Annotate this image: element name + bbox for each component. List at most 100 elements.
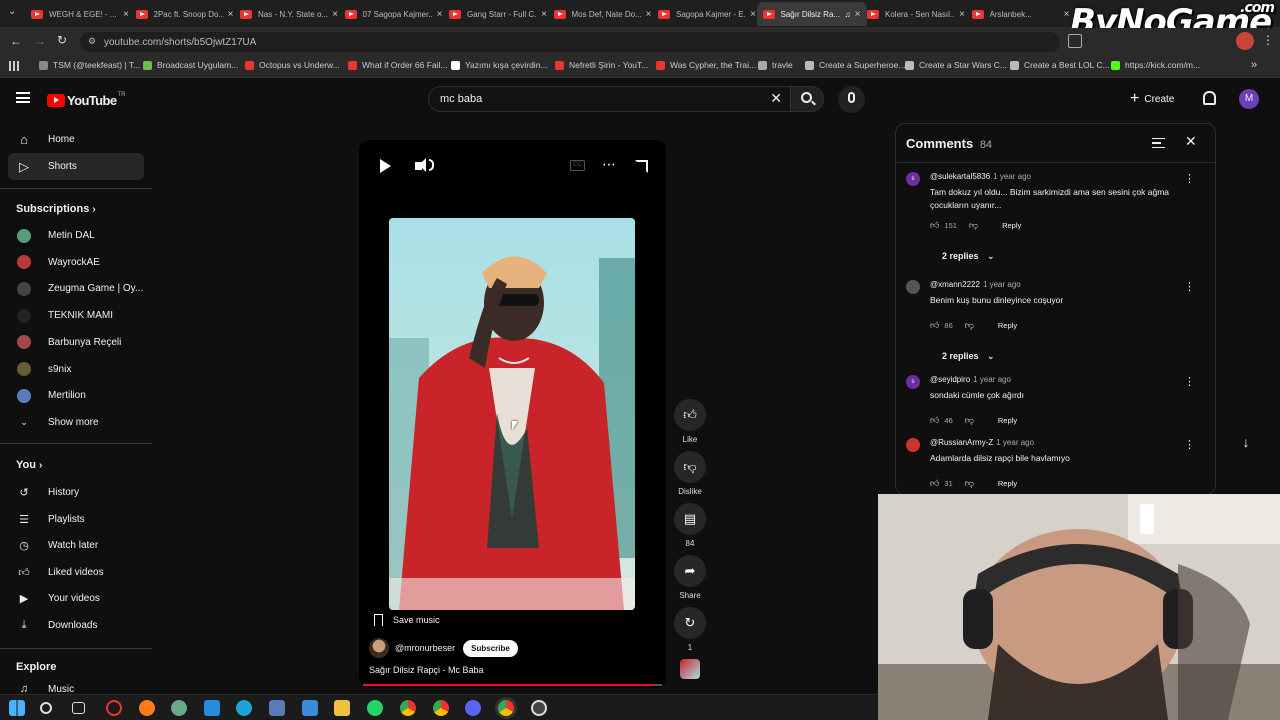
sidebar-item-home[interactable]: ⌂ Home <box>0 126 152 153</box>
more-bookmarks-icon[interactable]: » <box>1251 59 1257 71</box>
sidebar-item-liked-videos[interactable]: 👍︎ Liked videos <box>0 559 152 586</box>
bookmark-item[interactable]: What if Order 66 Fail... <box>348 60 448 70</box>
task-view-icon[interactable] <box>72 702 85 714</box>
show-more-button[interactable]: ⌄ Show more <box>0 409 152 436</box>
play-icon[interactable] <box>380 159 391 173</box>
close-tab-icon[interactable]: × <box>959 9 965 20</box>
subscription-item[interactable]: Zeugma Game | Oy... <box>0 275 152 302</box>
commenter-avatar[interactable]: s <box>906 375 920 389</box>
reply-button[interactable]: Reply <box>998 479 1017 488</box>
comment-menu-icon[interactable]: ⋮ <box>1184 375 1195 388</box>
browser-tab[interactable]: Gang Starr - Full C... × <box>443 2 553 26</box>
bookmark-item[interactable]: Create a Best LOL C... <box>1010 60 1110 70</box>
sidebar-item-playlists[interactable]: ☰ Playlists <box>0 506 152 533</box>
profile-avatar-icon[interactable] <box>1236 32 1254 50</box>
bookmark-item[interactable]: TSM (@teekfeast) | T... <box>39 60 140 70</box>
browser-tab[interactable]: Kolera - Sen Nasıl... × <box>861 2 971 26</box>
commenter-avatar[interactable]: s <box>906 172 920 186</box>
bookmark-item[interactable]: Create a Superheroe... <box>805 60 905 70</box>
back-icon[interactable]: ← <box>10 34 22 48</box>
browser-tab[interactable]: Sagopa Kajmer - E... × <box>652 2 762 26</box>
file-explorer-icon[interactable] <box>334 700 350 716</box>
close-tab-icon[interactable]: × <box>646 9 652 20</box>
you-heading[interactable]: You › <box>16 459 42 471</box>
thumbs-up-icon[interactable]: 👍︎ <box>930 320 939 331</box>
bookmark-item[interactable]: Create a Star Wars C... <box>905 60 1007 70</box>
browser-tab[interactable]: Arslanbek... × <box>966 2 1076 26</box>
close-tab-icon[interactable]: × <box>437 9 443 20</box>
edge-icon[interactable] <box>236 700 252 716</box>
forward-icon[interactable]: → <box>34 34 46 48</box>
thumbs-down-icon[interactable]: 👎︎ <box>965 320 974 331</box>
sidebar-item-watch-later[interactable]: ◷ Watch later <box>0 532 152 559</box>
scroll-down-icon[interactable]: ↓ <box>1236 434 1256 454</box>
search-input[interactable]: mc baba ✕ <box>428 86 792 112</box>
sidebar-item-downloads[interactable]: ⤓ Downloads <box>0 612 152 639</box>
sidebar-item-shorts[interactable]: ▷ Shorts <box>8 153 144 180</box>
opera-gx-icon[interactable] <box>106 700 122 716</box>
clear-search-icon[interactable]: ✕ <box>770 90 782 107</box>
browser-menu-icon[interactable]: ⋮ <box>1262 33 1274 47</box>
chrome-icon[interactable] <box>433 700 449 716</box>
bookmark-item[interactable]: Nefretli Şirin - YouT... <box>555 60 648 70</box>
commenter-avatar[interactable] <box>906 280 920 294</box>
bookmark-item[interactable]: Yazımı kışa çevirdin... <box>451 60 548 70</box>
channel-name[interactable]: @mronurbeser <box>395 643 455 653</box>
thumbs-down-icon[interactable]: 👎︎ <box>965 415 974 426</box>
like-button[interactable]: 👍︎ Like <box>674 399 706 444</box>
close-icon[interactable]: ✕ <box>1185 133 1197 150</box>
subscription-item[interactable]: Metin DAL <box>0 222 152 249</box>
thumbs-down-icon[interactable]: 👎︎ <box>969 220 978 231</box>
app-icon[interactable] <box>302 700 318 716</box>
reload-icon[interactable]: ↻ <box>57 33 67 47</box>
site-info-icon[interactable]: ⚙ <box>88 36 96 47</box>
voice-search-button[interactable] <box>838 86 865 113</box>
browser-tab[interactable]: 2Pac ft. Snoop Do... × <box>130 2 240 26</box>
comment-menu-icon[interactable]: ⋮ <box>1184 438 1195 451</box>
chrome-icon[interactable] <box>400 700 416 716</box>
short-video-frame[interactable] <box>389 218 635 610</box>
youtube-logo[interactable]: YouTube TR <box>47 92 125 108</box>
save-music-button[interactable]: Save music <box>374 614 440 626</box>
dislike-button[interactable]: 👎︎ Dislike <box>674 451 706 496</box>
more-options-icon[interactable]: ⋯ <box>602 156 616 173</box>
extension-icon[interactable] <box>1068 34 1082 48</box>
fullscreen-icon[interactable] <box>635 160 648 173</box>
chrome-icon[interactable] <box>498 700 514 716</box>
thumbs-down-icon[interactable]: 👎︎ <box>965 478 974 489</box>
reply-button[interactable]: Reply <box>1002 221 1021 230</box>
browser-tab[interactable]: 07 Sagopa Kajmer... × <box>339 2 449 26</box>
close-tab-icon[interactable]: × <box>750 9 756 20</box>
captions-icon[interactable]: CC <box>570 160 585 171</box>
subscription-item[interactable]: WayrockAE <box>0 249 152 276</box>
close-tab-icon[interactable]: × <box>228 9 234 20</box>
bookmark-item[interactable]: travle <box>758 60 793 70</box>
thumbs-up-icon[interactable]: 👍︎ <box>930 220 939 231</box>
windows-start-icon[interactable] <box>9 700 25 716</box>
bookmark-item[interactable]: Broadcast Uygulam... <box>143 60 238 70</box>
close-tab-icon[interactable]: × <box>332 9 338 20</box>
close-tab-icon[interactable]: × <box>1064 9 1070 20</box>
bookmark-item[interactable]: Was Cypher, the Trai... <box>656 60 756 70</box>
browser-tab[interactable]: Nas - N.Y. State o... × <box>234 2 344 26</box>
microsoft-store-icon[interactable] <box>204 700 220 716</box>
search-taskbar-icon[interactable] <box>40 702 52 714</box>
comments-button[interactable]: ▤ 84 <box>674 503 706 548</box>
comment-author[interactable]: @RussianArmy-Z <box>930 438 993 447</box>
close-tab-icon[interactable]: × <box>123 9 129 20</box>
comment-menu-icon[interactable]: ⋮ <box>1184 172 1195 185</box>
firefox-icon[interactable] <box>139 700 155 716</box>
thumbs-up-icon[interactable]: 👍︎ <box>930 415 939 426</box>
create-button[interactable]: + Create <box>1130 88 1174 110</box>
tab-list-chevron-icon[interactable]: ⌄ <box>8 6 16 17</box>
commenter-avatar[interactable] <box>906 438 920 452</box>
hamburger-menu-icon[interactable] <box>16 92 30 103</box>
reply-button[interactable]: Reply <box>998 321 1017 330</box>
reply-button[interactable]: Reply <box>998 416 1017 425</box>
channel-avatar[interactable] <box>369 638 389 658</box>
app-icon[interactable] <box>171 700 187 716</box>
progress-track[interactable] <box>363 684 662 686</box>
bookmark-item[interactable]: https://kick.com/m... <box>1111 60 1200 70</box>
whatsapp-icon[interactable] <box>367 700 383 716</box>
discord-icon[interactable] <box>465 700 481 716</box>
